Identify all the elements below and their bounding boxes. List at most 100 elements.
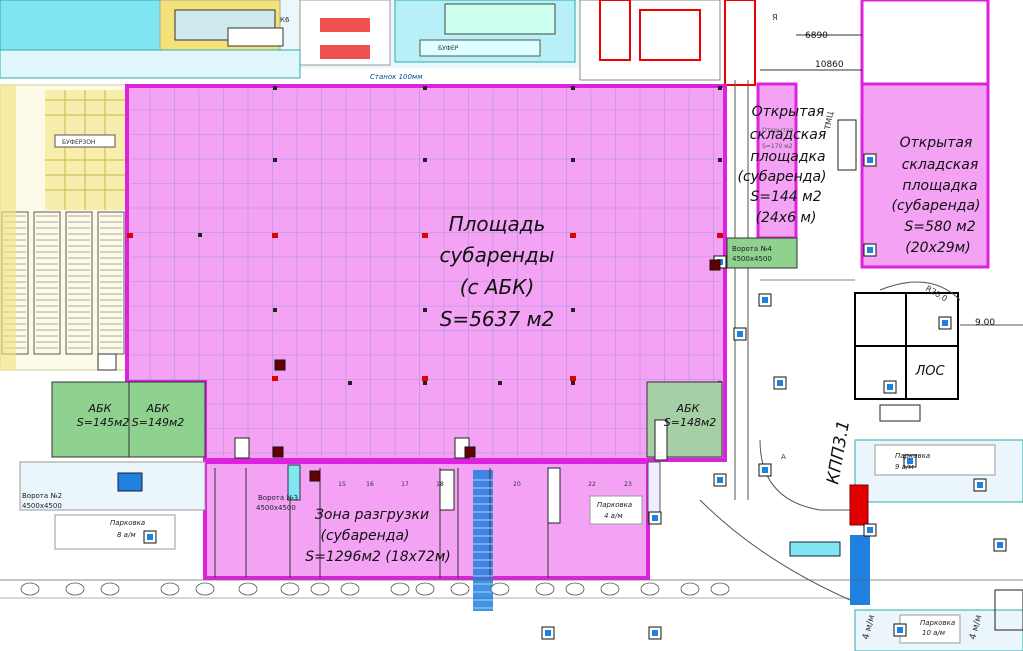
axis-bubble — [238, 582, 258, 596]
hydrant-mark — [272, 233, 278, 238]
abk3-title: АБК — [676, 402, 701, 415]
los-label: ЛОС — [914, 364, 945, 379]
equipment-marker-core — [977, 482, 983, 488]
equipment-marker-core — [867, 247, 873, 253]
tmc-label: ТМЦ — [823, 111, 835, 131]
abk2-area: S=149м2 — [132, 416, 185, 429]
column-mark — [571, 381, 575, 385]
column-mark — [571, 158, 575, 162]
equipment-marker-core — [717, 477, 723, 483]
axis-bubble — [390, 582, 410, 596]
kpp-label: КПП3.1 — [823, 419, 854, 486]
parking8-title: Парковка — [110, 519, 145, 527]
axis-a-label: А — [781, 453, 786, 461]
bay-number: 16 — [366, 481, 374, 488]
column-mark — [273, 86, 277, 90]
main-area-line-3: (с АБК) — [460, 275, 535, 299]
hydrant-mark — [570, 233, 576, 238]
floor-plan: Станок 100мм БУФЕР Е6 К6 БУФЕРЗОН — [0, 0, 1023, 651]
open-small-line-6: (24х6 м) — [756, 210, 817, 226]
gate3-title: Ворота №3 — [258, 494, 298, 502]
open-small-line-4: (субаренда) — [737, 169, 826, 185]
floor-plan-drawing: Станок 100мм БУФЕР Е6 К6 БУФЕРЗОН — [0, 0, 1023, 651]
axis-bubble — [65, 582, 85, 596]
parking10-count: 10 а/м — [922, 629, 946, 637]
unload-line-2: (субаренда) — [320, 528, 409, 544]
k6-label: К6 — [280, 16, 290, 24]
equipment-marker-core — [897, 627, 903, 633]
axis-bubble — [450, 582, 470, 596]
axis-bubble — [160, 582, 180, 596]
open-small-hidden-2: S=170 м2 — [762, 143, 793, 150]
column-mark — [198, 233, 202, 237]
dim-6890: 6890 — [805, 31, 828, 41]
bay-number: 18 — [436, 481, 444, 488]
equipment-marker-core — [737, 331, 743, 337]
bay-number: 15 — [338, 481, 346, 488]
bay-number: 22 — [588, 481, 596, 488]
column-mark — [571, 308, 575, 312]
column-mark — [348, 381, 352, 385]
axis-bubble — [340, 582, 360, 596]
fire-marker — [274, 359, 286, 371]
parking9-title: Парковка — [895, 452, 930, 460]
column-mark — [498, 381, 502, 385]
open-large-line-1: Открытая — [900, 135, 973, 151]
main-rent-area — [125, 84, 727, 462]
main-area-line-1: Площадь — [449, 212, 546, 236]
axis-bubble — [20, 582, 40, 596]
unload-line-1: Зона разгрузки — [315, 507, 429, 523]
hydrant-mark — [127, 233, 133, 238]
open-small-hidden-1: Открытая — [762, 127, 794, 134]
open-small-line-1: Открытая — [752, 104, 825, 120]
open-large-line-6: (20х29м) — [905, 240, 970, 256]
fire-marker — [464, 446, 476, 458]
rack-row — [65, 211, 93, 355]
column-mark — [273, 308, 277, 312]
axis-bubble — [415, 582, 435, 596]
buferzon-label: БУФЕРЗОН — [62, 139, 95, 146]
rack-row — [97, 211, 125, 355]
fire-marker — [272, 446, 284, 458]
hydrant-mark — [570, 376, 576, 381]
parking4-count: 4 а/м — [604, 512, 623, 520]
dim-900: 9.00 — [975, 318, 995, 328]
left-rack-area: БУФЕРЗОН — [0, 84, 129, 371]
equipment-marker-core — [652, 630, 658, 636]
axis-bubble — [710, 582, 730, 596]
abk1-area: S=145м2 — [77, 416, 130, 429]
open-large-line-5: S=580 м2 — [904, 219, 975, 235]
hydrant-mark — [717, 233, 723, 238]
equipment-marker-core — [762, 467, 768, 473]
bay-number: 20 — [513, 481, 521, 488]
bay-number: 23 — [624, 481, 632, 488]
gate4-title: Ворота №4 — [732, 245, 773, 253]
equipment-marker-core — [867, 157, 873, 163]
hydrant-mark — [272, 376, 278, 381]
parking4-title: Парковка — [597, 501, 632, 509]
column-mark — [423, 86, 427, 90]
dock-door — [547, 467, 561, 524]
column-mark — [423, 308, 427, 312]
hydrant-mark — [422, 376, 428, 381]
equipment-marker-core — [777, 380, 783, 386]
axis-bubble — [680, 582, 700, 596]
equipment-marker-core — [762, 297, 768, 303]
equipment-marker-core — [867, 527, 873, 533]
axis-bubble — [490, 582, 510, 596]
open-large-line-3: площадка — [902, 178, 977, 194]
column-mark — [423, 158, 427, 162]
parking10-title: Парковка — [920, 619, 955, 627]
open-large-line-2: складская — [902, 157, 979, 173]
abk3-area: S=148м2 — [664, 416, 717, 429]
gate3-size: 4500х4500 — [256, 504, 296, 512]
main-area-line-2: субаренды — [439, 243, 554, 267]
open-large-line-4: (субаренда) — [891, 198, 980, 214]
equipment-marker-core — [652, 515, 658, 521]
dim-10860: 10860 — [815, 60, 844, 70]
open-small-line-5: S=144 м2 — [750, 189, 821, 205]
unload-line-3: S=1296м2 (18х72м) — [305, 549, 451, 565]
axis-bubble — [100, 582, 120, 596]
dock-door — [439, 469, 455, 511]
axis-bubble — [535, 582, 555, 596]
